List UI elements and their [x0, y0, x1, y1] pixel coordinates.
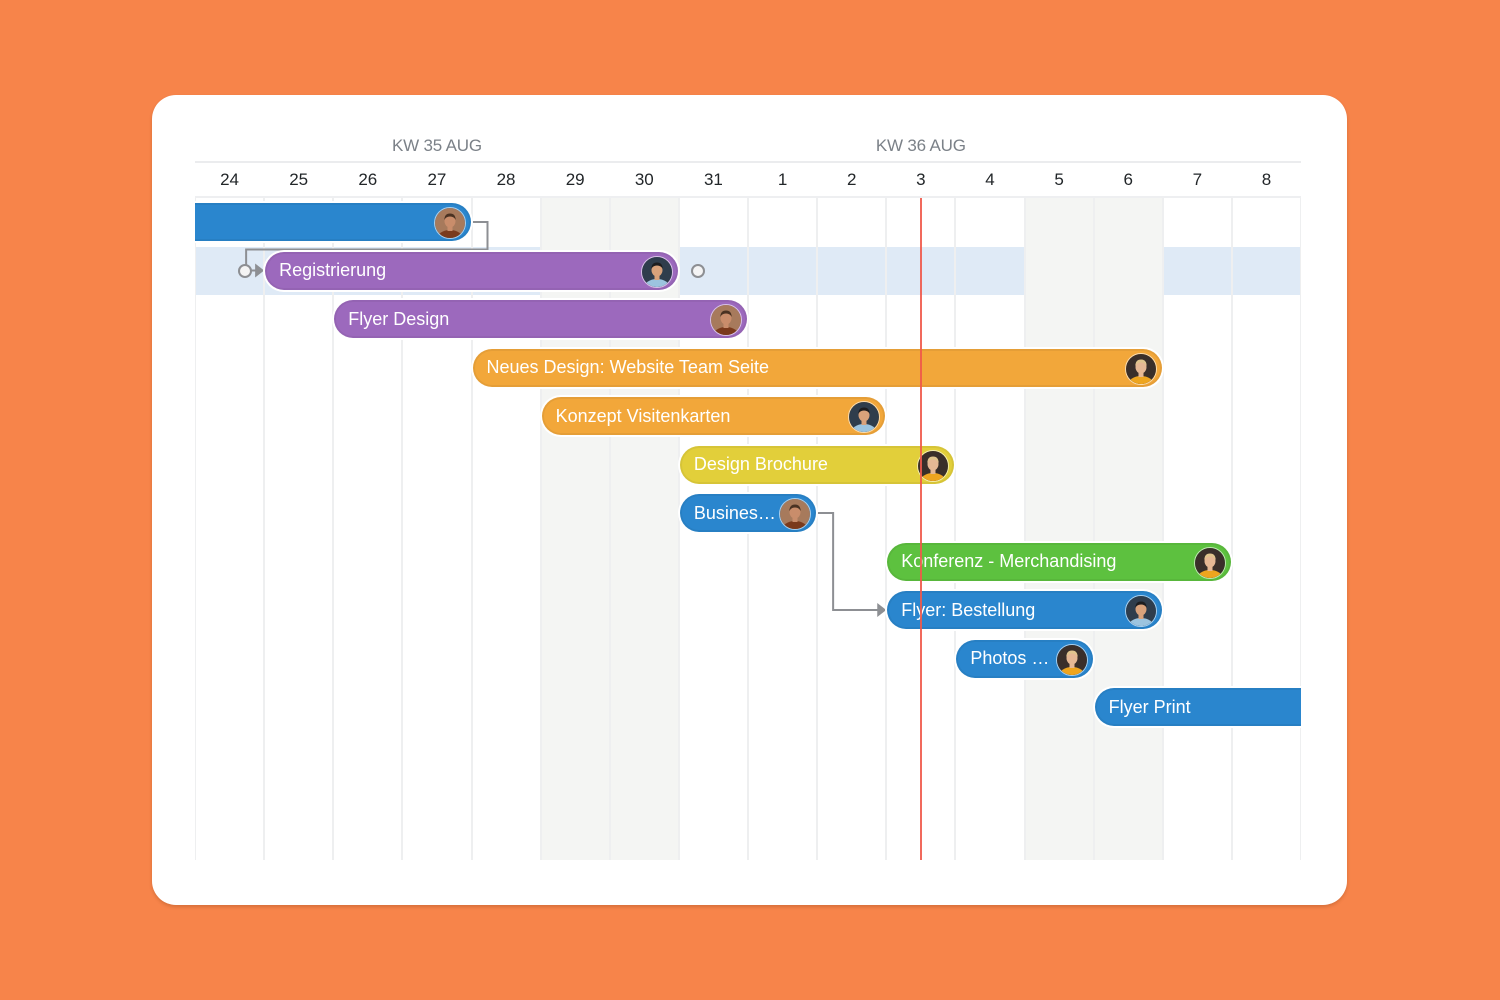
task-bar[interactable]: Design Brochure: [679, 445, 955, 484]
resize-handle-end[interactable]: [690, 263, 705, 278]
weekend-column: [1093, 198, 1163, 860]
task-bar[interactable]: Registrierung: [265, 251, 678, 290]
assignee-avatar[interactable]: [710, 304, 742, 336]
day-gridline: [401, 198, 404, 860]
day-gridline: [470, 198, 473, 860]
day-label[interactable]: 24: [195, 170, 264, 190]
day-label[interactable]: 27: [402, 170, 471, 190]
task-bar[interactable]: [195, 203, 471, 241]
task-label: Flyer: Bestellung: [901, 599, 1036, 620]
task-bar[interactable]: Konzept Visitenkarten: [541, 397, 886, 435]
gantt-body: Registrierung Flyer Design Neues Design:…: [195, 198, 1301, 860]
assignee-avatar[interactable]: [433, 207, 466, 239]
weekend-column: [1024, 198, 1094, 860]
day-label[interactable]: 4: [955, 170, 1024, 190]
assignee-avatar[interactable]: [1124, 595, 1157, 627]
task-bar[interactable]: Neues Design: Website Team Seite: [472, 348, 1162, 387]
assignee-avatar[interactable]: [640, 255, 673, 288]
task-bar[interactable]: Flyer: Bestellung: [887, 591, 1162, 629]
task-bar[interactable]: Flyer Design: [334, 300, 747, 338]
day-gridline: [1300, 198, 1301, 860]
day-label[interactable]: 28: [472, 170, 541, 190]
day-label[interactable]: 29: [541, 170, 610, 190]
day-label[interactable]: 30: [610, 170, 679, 190]
task-bar[interactable]: Photos …: [956, 639, 1093, 678]
assignee-avatar[interactable]: [1193, 546, 1226, 579]
day-gridline: [332, 198, 335, 860]
task-bar[interactable]: Busines…: [679, 494, 817, 532]
day-label[interactable]: 26: [333, 170, 402, 190]
gantt-chart: KW 35 AUG KW 36 AUG 24 25 26 27 28 29 30 31 1 2 3 4 5 6…: [195, 95, 1301, 860]
day-label[interactable]: 3: [886, 170, 955, 190]
day-gridline: [1161, 198, 1164, 860]
day-gridline: [816, 198, 819, 860]
weekend-column: [609, 198, 679, 860]
day-gridline: [1023, 198, 1026, 860]
day-gridline: [539, 198, 542, 860]
gantt-card: KW 35 AUG KW 36 AUG 24 25 26 27 28 29 30 31 1 2 3 4 5 6…: [152, 95, 1347, 905]
today-marker: [919, 198, 922, 860]
assignee-avatar[interactable]: [917, 449, 950, 482]
task-bar[interactable]: Konferenz - Merchandising: [887, 542, 1231, 581]
assignee-avatar[interactable]: [1124, 352, 1157, 385]
day-label[interactable]: 8: [1232, 170, 1301, 190]
day-gridline: [608, 198, 611, 860]
day-gridline: [677, 198, 680, 860]
weekend-column: [540, 198, 610, 860]
task-label: Registrierung: [279, 260, 387, 280]
day-label[interactable]: 31: [679, 170, 748, 190]
assignee-avatar[interactable]: [779, 498, 812, 530]
day-gridline: [954, 198, 957, 860]
assignee-avatar[interactable]: [1055, 643, 1088, 676]
day-gridline: [885, 198, 888, 860]
day-gridline: [263, 198, 266, 860]
week-label: KW 36 AUG: [875, 136, 966, 155]
task-bar[interactable]: Flyer Print: [1094, 688, 1301, 726]
task-label: Design Brochure: [693, 454, 828, 474]
day-label[interactable]: 1: [748, 170, 817, 190]
task-label: Neues Design: Website Team Seite: [486, 357, 769, 377]
day-label[interactable]: 2: [817, 170, 886, 190]
resize-handle-start[interactable]: [238, 263, 253, 278]
day-gridline: [195, 198, 196, 860]
header-divider: [195, 161, 1301, 163]
day-label[interactable]: 7: [1163, 170, 1232, 190]
assignee-avatar[interactable]: [848, 401, 881, 433]
task-label: Flyer Design: [348, 308, 450, 329]
day-gridline: [1230, 198, 1233, 860]
task-label: Konzept Visitenkarten: [555, 405, 731, 426]
week-label: KW 35 AUG: [392, 136, 482, 155]
day-label[interactable]: 6: [1094, 170, 1163, 190]
day-label[interactable]: 5: [1025, 170, 1094, 190]
task-label: Konferenz - Merchandising: [901, 551, 1117, 571]
day-label[interactable]: 25: [264, 170, 333, 190]
day-gridline: [1092, 198, 1095, 860]
task-label: Flyer Print: [1108, 696, 1191, 717]
dependency-line: [817, 512, 879, 611]
